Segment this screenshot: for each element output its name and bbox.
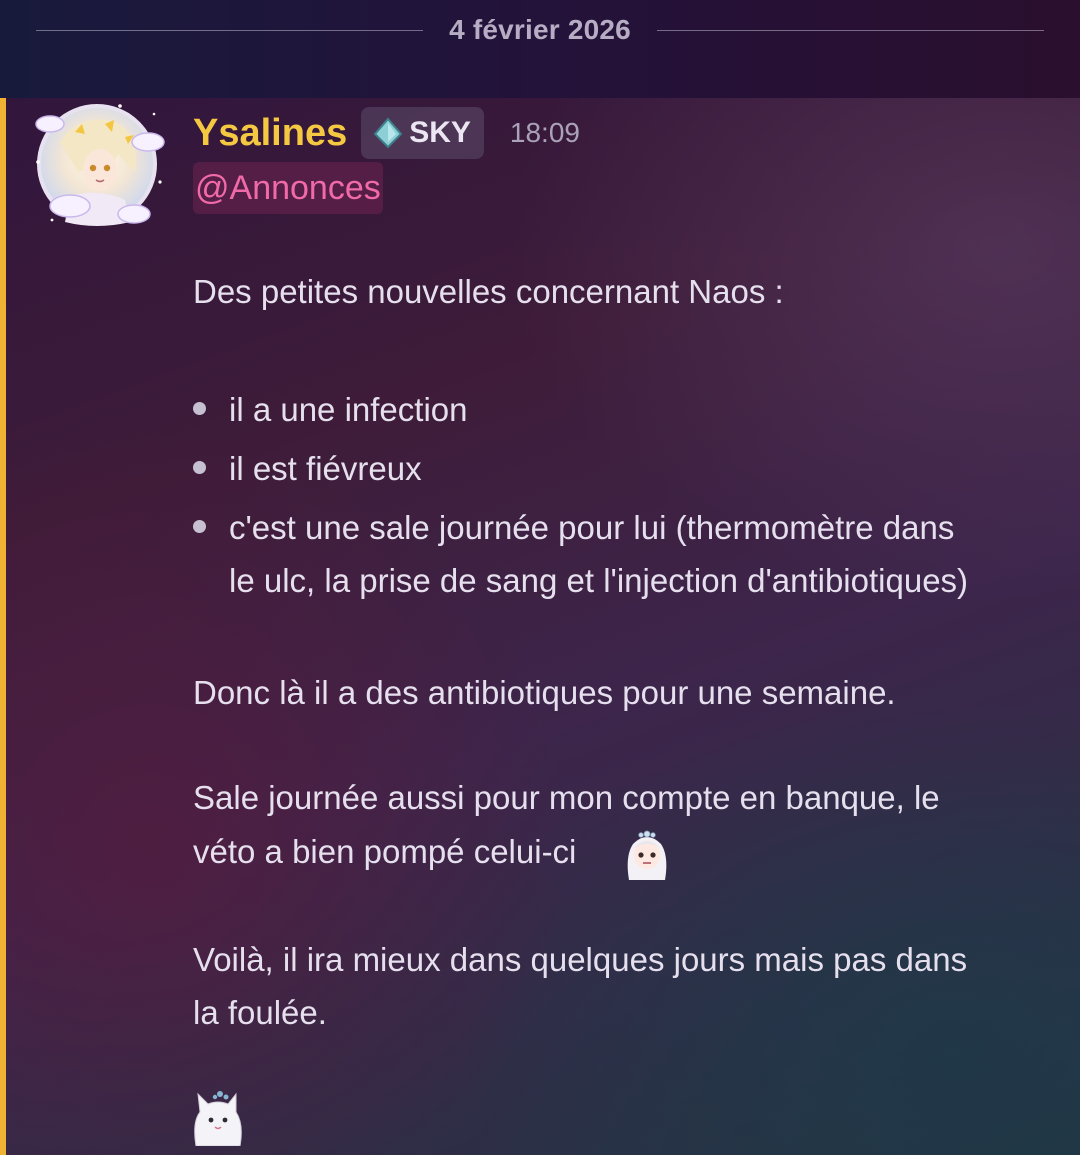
author-username[interactable]: Ysalines: [193, 112, 347, 155]
date-divider: 4 février 2026: [36, 8, 1044, 52]
water-drop-icon: [373, 117, 403, 149]
divider-line-left: [36, 29, 424, 31]
user-avatar[interactable]: [30, 102, 165, 232]
bullet-marker: [193, 520, 206, 533]
message-intro: Des petites nouvelles concernant Naos :: [193, 273, 784, 310]
bullet-item: il a une infection: [229, 391, 468, 428]
message-paragraph: Voilà, il ira mieux dans quelques jours …: [193, 941, 968, 978]
divider-date: 4 février 2026: [449, 14, 631, 45]
bullet-item: il est fiévreux: [229, 450, 422, 487]
mention-highlight-bar: [0, 98, 6, 1155]
message-paragraph: véto a bien pompé celui-ci: [193, 833, 577, 870]
message-paragraph: Sale journée aussi pour mon compte en ba…: [193, 779, 940, 816]
divider-line-right: [656, 29, 1044, 31]
role-mention[interactable]: @Annonces: [193, 162, 383, 214]
message-header: Ysalines SKY 18:09: [193, 107, 580, 159]
bullet-marker: [193, 461, 206, 474]
custom-emoji-anime-face[interactable]: [621, 826, 673, 880]
server-tag-label: SKY: [409, 116, 471, 149]
message-item[interactable]: Ysalines SKY 18:09 @Annonces Des petites…: [0, 98, 1080, 1155]
message-timestamp: 18:09: [509, 117, 580, 148]
bullet-item-continuation: le ulc, la prise de sang et l'injection …: [229, 562, 969, 599]
message-paragraph: la foulée.: [193, 994, 327, 1031]
server-tag[interactable]: SKY: [361, 107, 484, 159]
custom-emoji-white-cat[interactable]: [190, 1088, 246, 1146]
message-paragraph: Donc là il a des antibiotiques pour une …: [193, 674, 896, 711]
bullet-marker: [193, 402, 206, 415]
bullet-item: c'est une sale journée pour lui (thermom…: [229, 509, 955, 546]
